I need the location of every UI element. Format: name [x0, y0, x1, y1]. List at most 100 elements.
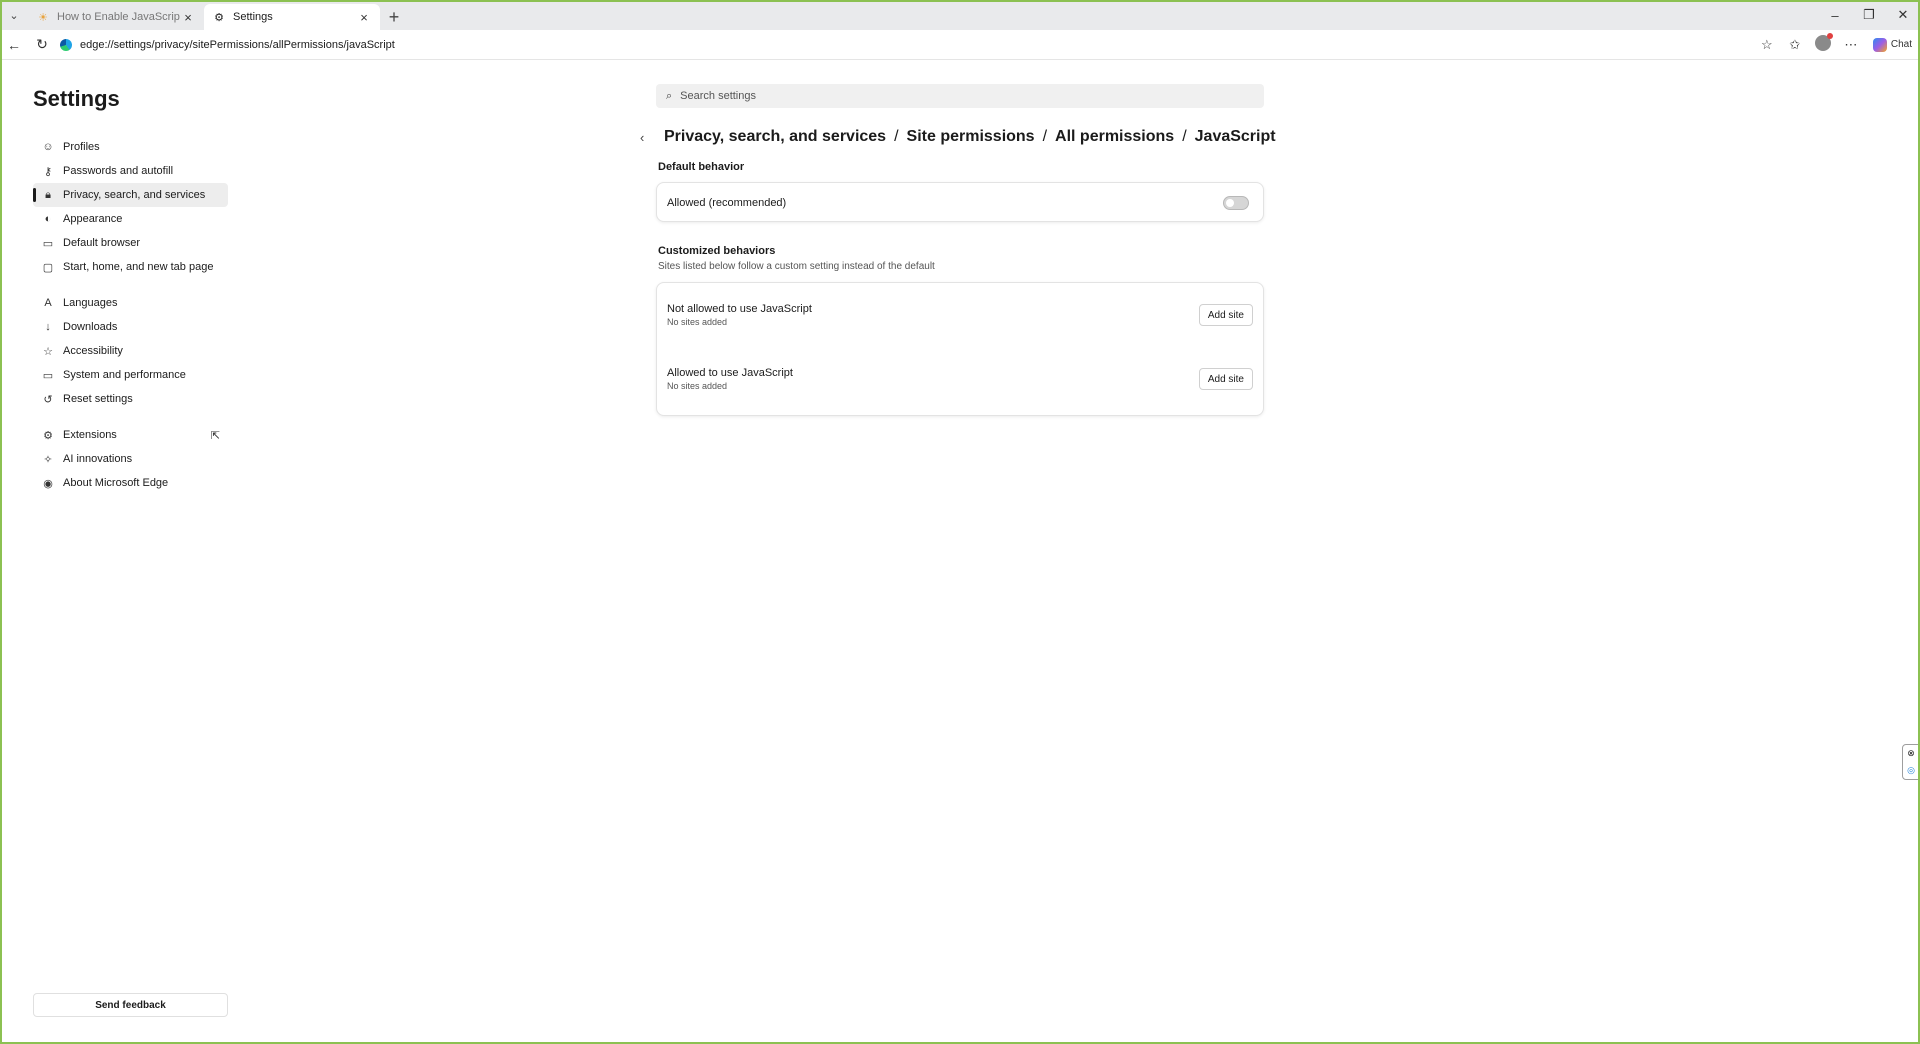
sidebar-item-extensions[interactable]: ⚙ Extensions ⇱ [33, 423, 228, 447]
sidebar-item-passwords[interactable]: ⚷ Passwords and autofill [33, 159, 228, 183]
window-controls: – ❐ ✕ [1818, 0, 1920, 30]
allowed-label: Allowed (recommended) [667, 197, 787, 209]
download-icon: ↓ [45, 321, 51, 333]
copilot-chat-button[interactable]: Chat [1872, 37, 1912, 52]
gear-icon: ⚙ [214, 11, 224, 24]
close-icon[interactable]: ⊗ [1907, 748, 1915, 759]
customized-behaviors-subtitle: Sites listed below follow a custom setti… [658, 261, 935, 272]
new-tab-plus-icon[interactable]: + [380, 4, 408, 30]
tab-strip: ⌄ ☀ How to Enable JavaScript in All Ty ×… [0, 0, 1920, 30]
allowed-toggle[interactable] [1223, 196, 1249, 210]
sidebar-item-start-home[interactable]: ▢ Start, home, and new tab page [33, 255, 228, 279]
close-icon[interactable]: × [180, 10, 196, 25]
sidebar-item-label: Extensions [63, 429, 117, 441]
add-site-button[interactable]: Add site [1198, 368, 1253, 390]
breadcrumb-javascript: JavaScript [1194, 128, 1276, 145]
home-icon: ▢ [42, 261, 54, 274]
sidebar-item-reset[interactable]: ↺ Reset settings [33, 387, 228, 411]
sidebar-item-languages[interactable]: A Languages [33, 291, 228, 315]
sidebar-item-label: About Microsoft Edge [63, 477, 169, 489]
address-bar[interactable]: edge://settings/privacy/sitePermissions/… [56, 33, 1753, 57]
close-window-icon[interactable]: ✕ [1886, 7, 1920, 23]
side-widget: ⊗ ◎ [1902, 744, 1920, 780]
sidebar-item-privacy[interactable]: 🔒︎ Privacy, search, and services [33, 183, 228, 207]
tab-settings[interactable]: ⚙ Settings × [204, 4, 380, 30]
sidebar-item-downloads[interactable]: ↓ Downloads [33, 315, 228, 339]
ai-icon: ✧ [43, 453, 53, 466]
star-icon[interactable]: ☆ [1753, 37, 1781, 53]
sidebar-item-label: Appearance [63, 213, 123, 225]
reset-icon: ↺ [43, 393, 53, 406]
address-toolbar: ← ↻ edge://settings/privacy/sitePermissi… [0, 30, 1920, 60]
refresh-icon[interactable]: ↻ [28, 31, 56, 59]
not-allowed-sub: No sites added [667, 317, 728, 327]
browser-icon: ▭ [42, 237, 54, 250]
breadcrumb-all-permissions[interactable]: All permissions [1055, 128, 1174, 146]
sidebar-item-system[interactable]: ▭ System and performance [33, 363, 228, 387]
sidebar-item-label: Default browser [63, 237, 141, 249]
sidebar-item-label: Privacy, search, and services [63, 189, 206, 201]
list-item: Allowed to use JavaScript No sites added… [657, 359, 1263, 399]
minimize-icon[interactable]: – [1818, 8, 1852, 23]
customized-behaviors-title: Customized behaviors [658, 245, 776, 257]
palette-icon: ◐ [44, 213, 52, 225]
back-chevron-icon[interactable]: ‹ [640, 130, 658, 145]
window-frame [0, 0, 1920, 1044]
more-menu-icon[interactable]: ⋯ [1837, 37, 1865, 53]
target-icon[interactable]: ◎ [1907, 765, 1915, 776]
settings-title: Settings [33, 86, 120, 111]
sidebar-item-default-browser[interactable]: ▭ Default browser [33, 231, 228, 255]
chat-label: Chat [1890, 39, 1912, 50]
copilot-icon [1872, 37, 1887, 52]
allowed-js-sub: No sites added [667, 381, 728, 391]
lock-icon: 🔒︎ [45, 188, 51, 201]
default-behavior-title: Default behavior [658, 161, 745, 173]
not-allowed-label: Not allowed to use JavaScript [667, 303, 812, 315]
sidebar-item-appearance[interactable]: ◐ Appearance [33, 207, 228, 231]
edge-icon: ◉ [43, 477, 53, 490]
tab-title: How to Enable JavaScript in All Ty [57, 11, 180, 23]
sidebar-item-label: Profiles [63, 141, 100, 153]
close-icon[interactable]: × [356, 10, 372, 25]
sidebar-item-label: Accessibility [63, 345, 123, 357]
tab-title: Settings [233, 11, 273, 23]
breadcrumb: ‹ Privacy, search, and services / Site p… [640, 128, 1276, 146]
sidebar-item-about[interactable]: ◉ About Microsoft Edge [33, 471, 228, 495]
accessibility-icon: ☆ [43, 345, 53, 358]
sidebar-item-accessibility[interactable]: ☆ Accessibility [33, 339, 228, 363]
sidebar-item-label: AI innovations [63, 453, 133, 465]
back-arrow-icon[interactable]: ← [0, 31, 28, 59]
sidebar-item-label: Start, home, and new tab page [63, 261, 214, 273]
sidebar-item-profiles[interactable]: ☺ Profiles [33, 135, 228, 159]
sidebar-item-label: Languages [63, 297, 118, 309]
breadcrumb-privacy[interactable]: Privacy, search, and services [664, 128, 886, 146]
breadcrumb-separator: / [1042, 128, 1048, 145]
sidebar-nav: ☺ Profiles ⚷ Passwords and autofill 🔒︎ P… [33, 135, 228, 495]
sun-favicon-icon: ☀ [38, 11, 48, 24]
favorites-icon[interactable]: ✩ [1781, 37, 1809, 53]
laptop-icon: ▭ [42, 369, 54, 382]
profile-avatar[interactable] [1809, 33, 1837, 54]
tab-actions-chevron-icon[interactable]: ⌄ [0, 0, 28, 30]
restore-icon[interactable]: ❐ [1852, 7, 1886, 23]
breadcrumb-separator: / [894, 128, 899, 145]
send-feedback-button[interactable]: Send feedback [33, 993, 228, 1017]
add-site-button[interactable]: Add site [1198, 304, 1253, 326]
address-text: edge://settings/privacy/sitePermissions/… [80, 38, 395, 51]
sidebar-item-label: System and performance [63, 369, 186, 381]
extensions-icon: ⚙ [43, 429, 53, 442]
sidebar-item-label: Downloads [63, 321, 118, 333]
breadcrumb-site-permissions[interactable]: Site permissions [907, 128, 1035, 146]
sidebar-item-ai-innovations[interactable]: ✧ AI innovations [33, 447, 228, 471]
language-icon: A [44, 297, 52, 309]
search-input[interactable]: ⌕ Search settings [656, 84, 1264, 108]
sidebar-item-label: Reset settings [63, 393, 133, 405]
default-behavior-card: Allowed (recommended) [656, 182, 1264, 222]
key-icon: ⚷ [43, 165, 53, 178]
breadcrumb-separator: / [1182, 128, 1187, 145]
edge-logo-icon [60, 38, 72, 51]
sidebar-item-label: Passwords and autofill [63, 165, 174, 177]
external-link-icon[interactable]: ⇱ [211, 429, 220, 442]
tab-article[interactable]: ☀ How to Enable JavaScript in All Ty × [28, 4, 204, 30]
search-icon: ⌕ [666, 89, 673, 102]
